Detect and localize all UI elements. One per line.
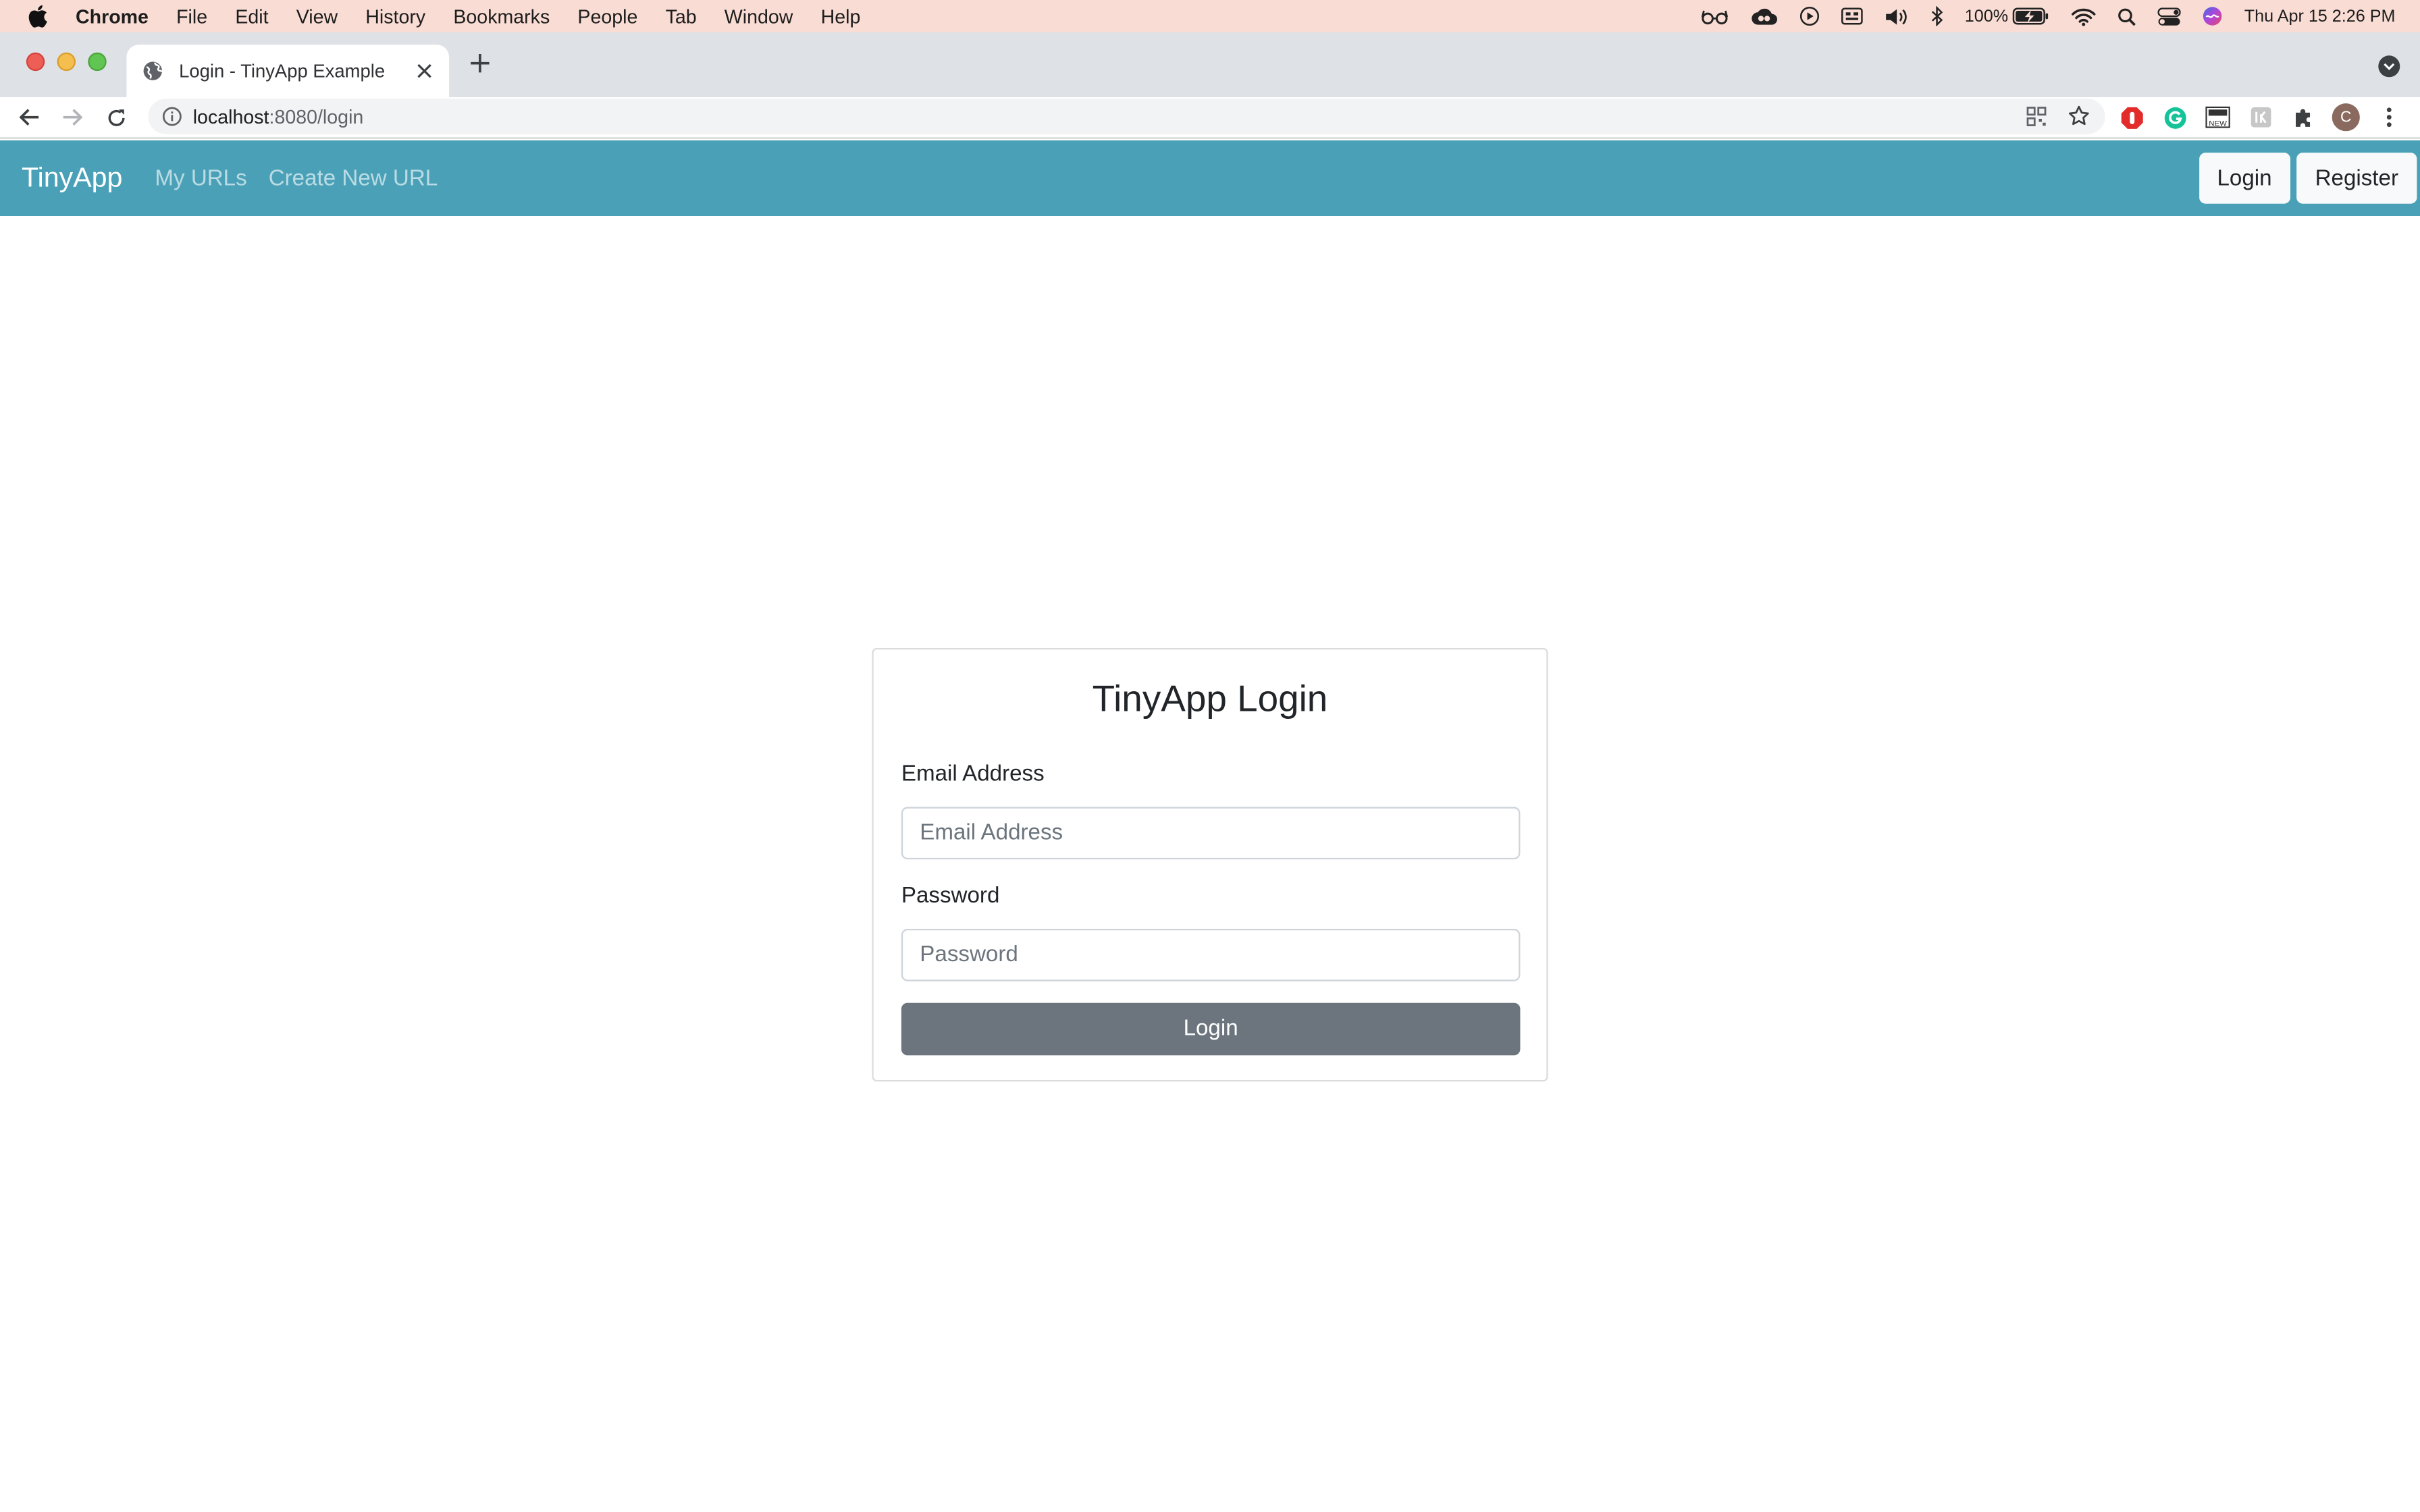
extensions-puzzle-icon[interactable] <box>2290 103 2318 131</box>
menu-bookmarks[interactable]: Bookmarks <box>453 5 550 27</box>
url-host: localhost <box>192 105 269 128</box>
creative-cloud-icon[interactable] <box>1750 0 1778 32</box>
window-controls <box>26 52 107 72</box>
browser-toolbar: localhost:8080/login NEW C <box>0 97 2420 139</box>
login-submit-button[interactable]: Login <box>901 1002 1521 1056</box>
menu-people[interactable]: People <box>577 5 637 27</box>
login-card: TinyApp Login Email Address Password Log… <box>872 648 1548 1082</box>
menu-edit[interactable]: Edit <box>235 5 268 27</box>
minimize-window-button[interactable] <box>57 52 76 72</box>
play-circle-icon[interactable] <box>1799 0 1820 32</box>
menu-history[interactable]: History <box>365 5 425 27</box>
battery-icon <box>2013 7 2049 25</box>
auth-buttons: Login Register <box>2199 153 2417 204</box>
grammarly-extension-icon[interactable] <box>2161 103 2188 131</box>
password-label: Password <box>901 884 1000 909</box>
navbar-login-button[interactable]: Login <box>2199 153 2291 204</box>
address-bar[interactable]: localhost:8080/login <box>148 99 2105 134</box>
volume-icon[interactable] <box>1885 0 1910 32</box>
extension-grey-icon[interactable] <box>2247 103 2275 131</box>
menu-tab[interactable]: Tab <box>666 5 697 27</box>
bluetooth-icon[interactable] <box>1930 0 1943 32</box>
screen: Chrome File Edit View History Bookmarks … <box>0 0 2420 1512</box>
profile-initial: C <box>2332 103 2360 132</box>
close-tab-icon[interactable] <box>412 59 437 84</box>
menu-clock[interactable]: Thu Apr 15 2:26 PM <box>2244 0 2396 32</box>
email-field[interactable] <box>901 807 1521 860</box>
nav-link-my-urls[interactable]: My URLs <box>155 166 246 191</box>
screen-share-icon[interactable] <box>1841 0 1863 32</box>
status-area: 100% Thu Apr 15 2:26 PM <box>1701 0 2396 32</box>
nav-link-create-new-url[interactable]: Create New URL <box>269 166 438 191</box>
email-label: Email Address <box>901 762 1045 787</box>
url-path: :8080/login <box>269 105 364 128</box>
url-text[interactable]: localhost:8080/login <box>193 106 364 128</box>
bookmark-star-icon[interactable] <box>2068 105 2090 134</box>
apple-icon[interactable] <box>28 5 51 28</box>
zoom-window-button[interactable] <box>88 52 107 72</box>
menu-file[interactable]: File <box>176 5 207 27</box>
forward-arrow-icon[interactable] <box>59 103 86 131</box>
news-extension-icon[interactable]: NEW <box>2204 103 2232 131</box>
macos-menu-bar: Chrome File Edit View History Bookmarks … <box>0 0 2420 33</box>
battery-status[interactable]: 100% <box>1965 0 2050 32</box>
browser-tab-active[interactable]: Login - TinyApp Example <box>126 45 450 97</box>
globe-icon <box>142 60 163 82</box>
info-icon[interactable] <box>162 107 182 127</box>
browser-tab-strip: Login - TinyApp Example <box>0 32 2420 98</box>
password-field[interactable] <box>901 929 1521 981</box>
wifi-icon[interactable] <box>2072 0 2097 32</box>
reader-glasses-icon[interactable] <box>1701 0 1729 32</box>
adblock-extension-icon[interactable] <box>2118 103 2145 131</box>
close-window-button[interactable] <box>26 52 45 72</box>
chrome-menu-icon[interactable] <box>2375 103 2403 131</box>
app-navbar: TinyApp My URLs Create New URL Login Reg… <box>0 140 2420 216</box>
tab-search-icon[interactable] <box>2378 55 2400 78</box>
menu-window[interactable]: Window <box>725 5 793 27</box>
tab-title: Login - TinyApp Example <box>179 60 386 82</box>
login-heading: TinyApp Login <box>1092 678 1328 721</box>
brand-logo[interactable]: TinyApp <box>22 162 122 194</box>
navbar-register-button[interactable]: Register <box>2296 153 2417 204</box>
menu-help[interactable]: Help <box>821 5 861 27</box>
menu-view[interactable]: View <box>296 5 338 27</box>
reload-icon[interactable] <box>102 103 130 131</box>
qr-code-icon[interactable] <box>2026 106 2047 134</box>
battery-percent: 100% <box>1964 7 2009 26</box>
spotlight-search-icon[interactable] <box>2118 0 2136 32</box>
menu-app-name[interactable]: Chrome <box>76 5 149 27</box>
back-arrow-icon[interactable] <box>16 103 43 131</box>
omnibox-actions <box>2026 105 2090 134</box>
new-tab-icon[interactable] <box>466 51 494 78</box>
control-center-icon[interactable] <box>2157 0 2182 32</box>
svg-text:NEW: NEW <box>2209 119 2227 128</box>
siri-icon[interactable] <box>2203 0 2223 32</box>
profile-avatar[interactable]: C <box>2332 103 2360 132</box>
